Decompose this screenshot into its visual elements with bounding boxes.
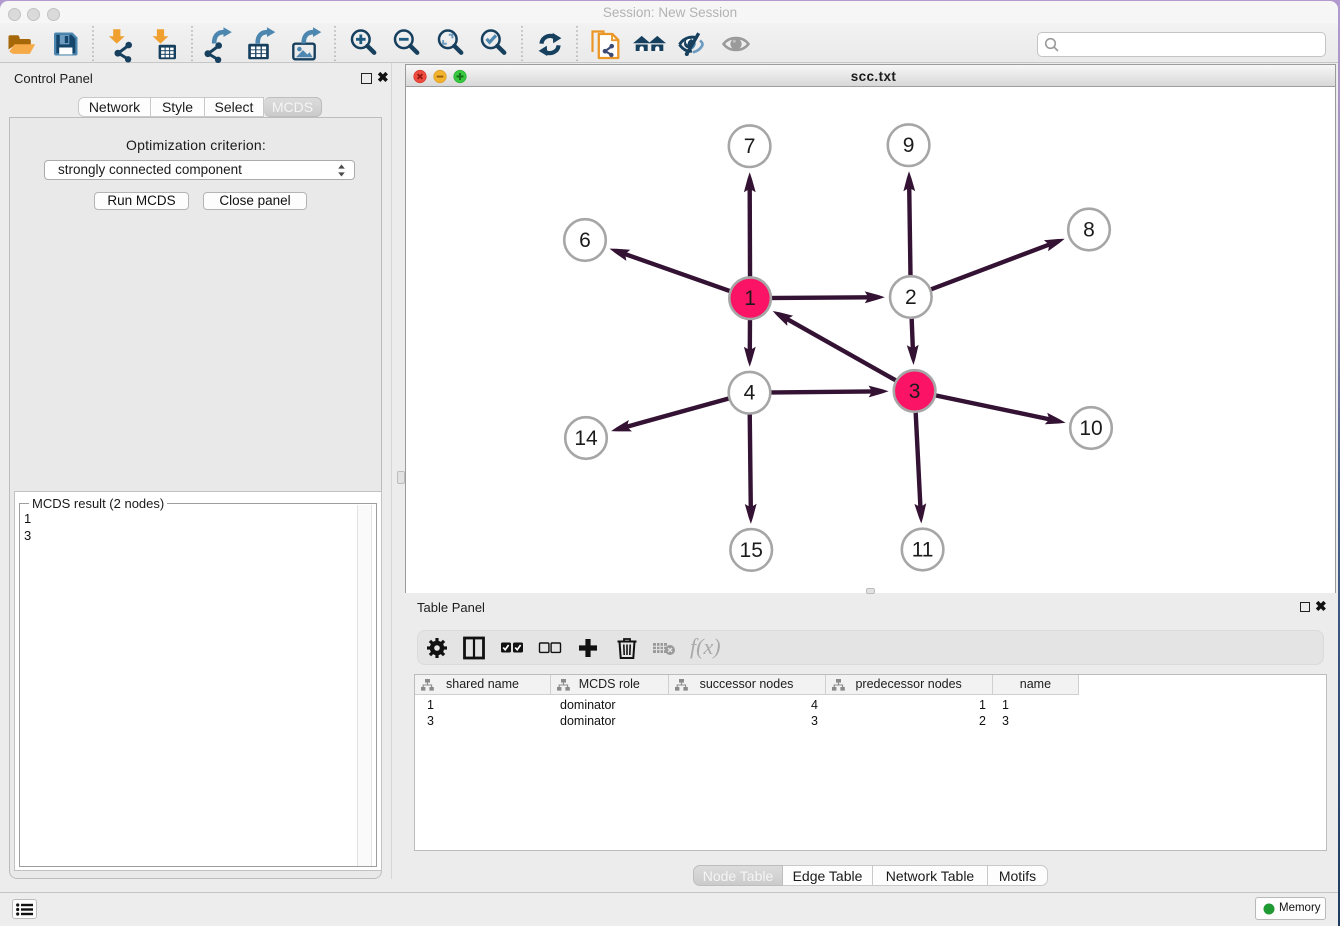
- svg-text:7: 7: [744, 135, 756, 158]
- svg-text:3: 3: [909, 380, 921, 403]
- svg-text:4: 4: [744, 382, 756, 405]
- svg-text:15: 15: [740, 539, 763, 562]
- svg-text:10: 10: [1079, 417, 1102, 440]
- svg-text:6: 6: [579, 229, 591, 252]
- svg-text:11: 11: [912, 539, 934, 562]
- svg-text:9: 9: [903, 134, 915, 157]
- svg-text:8: 8: [1083, 219, 1095, 242]
- svg-text:2: 2: [905, 286, 917, 309]
- svg-text:1: 1: [744, 287, 756, 310]
- svg-text:14: 14: [574, 427, 598, 450]
